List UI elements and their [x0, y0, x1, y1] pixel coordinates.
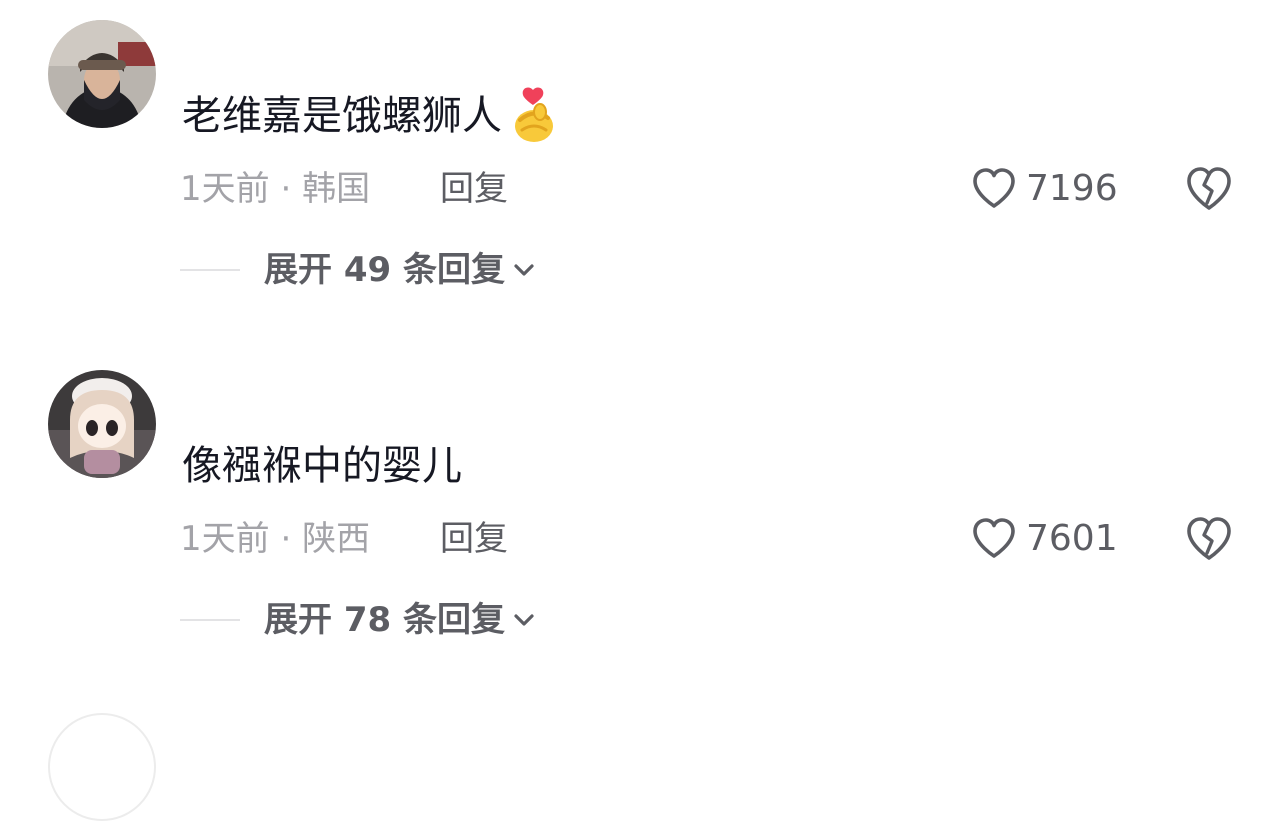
comment-location: 陕西	[302, 519, 371, 559]
like-count: 7196	[1026, 168, 1118, 209]
like-button[interactable]: 7601	[970, 513, 1118, 565]
dislike-button[interactable]	[1184, 163, 1234, 215]
heart-outline-icon	[973, 518, 1015, 558]
chevron-down-icon	[514, 614, 534, 626]
expand-replies-button[interactable]: 展开 78 条回复	[180, 596, 537, 644]
like-button[interactable]: 7196	[970, 163, 1118, 215]
dislike-button[interactable]	[1184, 513, 1234, 565]
finger-heart-emoji-icon	[510, 86, 556, 146]
like-count: 7601	[1026, 518, 1118, 559]
avatar[interactable]	[48, 20, 156, 128]
broken-heart-icon	[1187, 517, 1231, 560]
divider	[180, 269, 240, 271]
comment-text: 老维嘉是饿螺狮人	[182, 84, 556, 148]
avatar-image	[48, 20, 156, 128]
comment-text: 像襁褓中的婴儿	[182, 443, 462, 489]
comment-meta: 1天前 · 陕西	[180, 515, 370, 563]
comment-item: 像襁褓中的婴儿 1天前 · 陕西 回复 7601 展开 78 条回复	[0, 350, 1284, 680]
reply-button[interactable]: 回复	[440, 515, 508, 563]
avatar[interactable]	[48, 713, 156, 821]
expand-replies-label: 展开 78 条回复	[264, 600, 505, 640]
broken-heart-icon	[1187, 167, 1231, 210]
expand-replies-label: 展开 49 条回复	[264, 250, 505, 290]
chevron-down-icon	[514, 264, 534, 276]
avatar-image	[48, 370, 156, 478]
comment-time: 1天前	[180, 519, 270, 559]
divider	[180, 619, 240, 621]
avatar[interactable]	[48, 370, 156, 478]
comment-time: 1天前	[180, 169, 270, 209]
meta-separator: ·	[280, 519, 292, 559]
comment-item: 老维嘉是饿螺狮人 1天前 · 韩国 回复 7196 展开 49 条回复	[0, 0, 1284, 330]
reply-button[interactable]: 回复	[440, 165, 508, 213]
comment-meta: 1天前 · 韩国	[180, 165, 370, 213]
expand-replies-button[interactable]: 展开 49 条回复	[180, 246, 537, 294]
meta-separator: ·	[280, 169, 292, 209]
heart-outline-icon	[973, 168, 1015, 208]
comment-location: 韩国	[302, 169, 371, 209]
